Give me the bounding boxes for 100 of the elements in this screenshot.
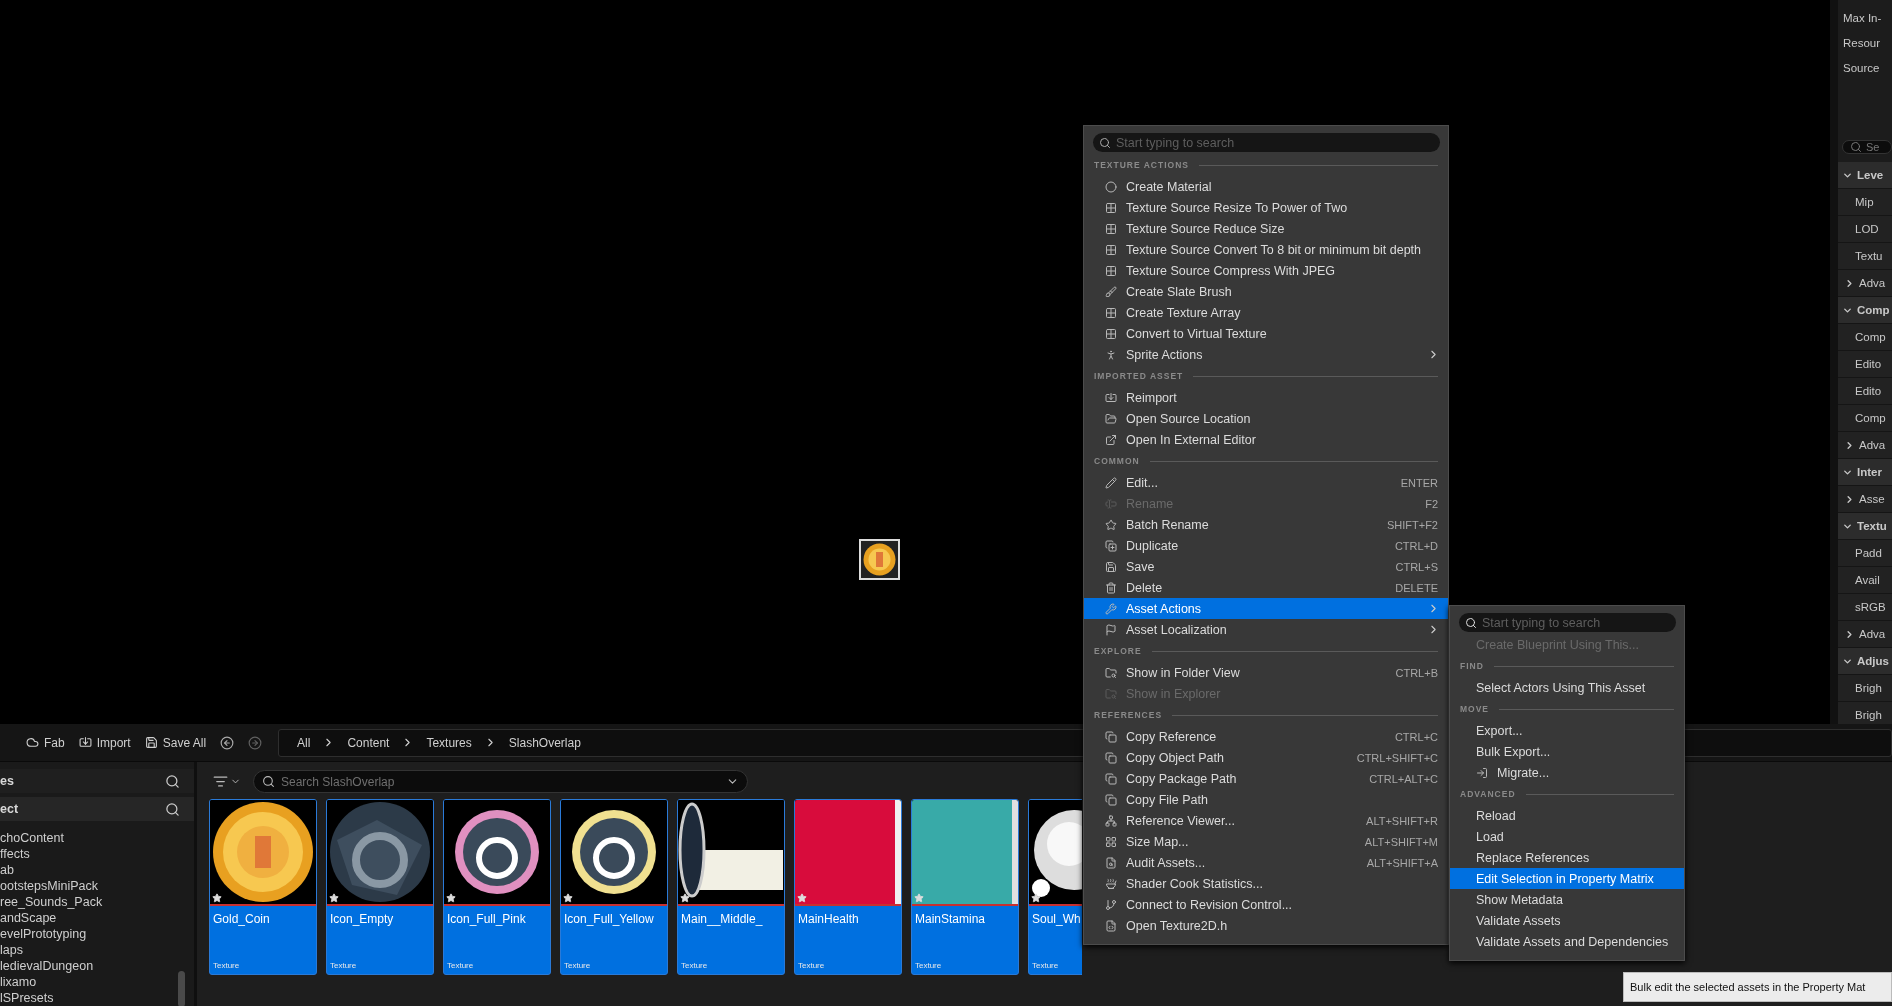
menu-item[interactable]: Edit Selection in Property Matrix xyxy=(1450,868,1684,889)
menu-item[interactable]: Validate Assets and Dependencies xyxy=(1450,931,1684,952)
menu-item[interactable]: Create Material xyxy=(1084,176,1448,197)
flag-icon xyxy=(1105,623,1117,636)
search-icon[interactable] xyxy=(165,801,180,817)
group-header[interactable]: Asse xyxy=(1838,486,1892,513)
category-header[interactable]: Inter xyxy=(1838,459,1892,486)
asset-type: Texture xyxy=(446,961,475,972)
category-header[interactable]: Adjus xyxy=(1838,648,1892,675)
group-header[interactable]: Adva xyxy=(1838,270,1892,297)
asset-tile[interactable]: Gold_Coin Texture xyxy=(209,799,317,975)
checker-icon xyxy=(1105,327,1117,340)
menu-item[interactable]: Duplicate CTRL+D xyxy=(1084,535,1448,556)
folder-item[interactable]: ffects xyxy=(0,847,194,863)
menu-item[interactable]: Migrate... xyxy=(1450,762,1684,783)
folder-item[interactable]: lSPresets xyxy=(0,991,194,1006)
property-label: Avail xyxy=(1855,574,1880,586)
search-icon[interactable] xyxy=(165,773,180,789)
asset-tile[interactable]: Icon_Empty Texture xyxy=(326,799,434,975)
menu-item[interactable]: Audit Assets... ALT+SHIFT+A xyxy=(1084,852,1448,873)
menu-item[interactable]: Shader Cook Statistics... xyxy=(1084,873,1448,894)
menu-item[interactable]: Show Metadata xyxy=(1450,889,1684,910)
menu-item[interactable]: Validate Assets xyxy=(1450,910,1684,931)
save-icon xyxy=(1105,560,1117,573)
property-label: Comp xyxy=(1855,331,1886,343)
breadcrumb-link[interactable]: Content xyxy=(347,735,390,750)
asset-type: Texture xyxy=(212,961,241,972)
header-title: ect xyxy=(0,802,19,816)
folder-search-icon xyxy=(1105,666,1117,679)
menu-item[interactable]: Copy Reference CTRL+C xyxy=(1084,726,1448,747)
menu-item[interactable]: Open Texture2D.h xyxy=(1084,915,1448,936)
group-header[interactable]: Adva xyxy=(1838,432,1892,459)
asset-tile[interactable]: MainHealth Texture xyxy=(794,799,902,975)
asset-tile[interactable]: Icon_Full_Yellow Texture xyxy=(560,799,668,975)
menu-item[interactable]: Texture Source Resize To Power of Two xyxy=(1084,197,1448,218)
folder-item[interactable]: ledievalDungeon xyxy=(0,959,194,975)
search-field[interactable]: Search SlashOverlap xyxy=(253,770,748,793)
checker-icon xyxy=(1105,222,1117,235)
menu-item[interactable]: Copy File Path xyxy=(1084,789,1448,810)
menu-item[interactable]: Delete DELETE xyxy=(1084,577,1448,598)
menu-item[interactable]: Open In External Editor xyxy=(1084,429,1448,450)
menu-item[interactable]: Batch Rename SHIFT+F2 xyxy=(1084,514,1448,535)
menu-item[interactable]: Reimport xyxy=(1084,387,1448,408)
menu-item[interactable]: Asset Actions xyxy=(1084,598,1448,619)
folder-item[interactable]: evelPrototyping xyxy=(0,927,194,943)
folder-item[interactable]: choContent xyxy=(0,831,194,847)
import-button[interactable]: Import xyxy=(78,733,131,752)
folder-item[interactable]: laps xyxy=(0,943,194,959)
menu-item[interactable]: Reload xyxy=(1450,805,1684,826)
scrollbar[interactable] xyxy=(178,971,185,1006)
asset-tile[interactable]: Main__Middle_ Texture xyxy=(677,799,785,975)
menu-item[interactable]: Copy Package Path CTRL+ALT+C xyxy=(1084,768,1448,789)
category-header[interactable]: Leve xyxy=(1838,162,1892,189)
property-label: Resour xyxy=(1843,36,1881,49)
menu-item[interactable]: Replace References xyxy=(1450,847,1684,868)
folder-item[interactable]: ootstepsMiniPack xyxy=(0,879,194,895)
asset-tile[interactable]: Soul_Wh Texture xyxy=(1028,799,1082,975)
migrate-icon xyxy=(1476,766,1488,779)
menu-item[interactable]: Create Texture Array xyxy=(1084,302,1448,323)
folder-item[interactable]: ab xyxy=(0,863,194,879)
folder-item[interactable]: andScape xyxy=(0,911,194,927)
breadcrumb-link[interactable]: Textures xyxy=(426,735,472,750)
menu-item[interactable]: Bulk Export... xyxy=(1450,741,1684,762)
rename-icon xyxy=(1105,497,1117,510)
breadcrumb-link[interactable]: SlashOverlap xyxy=(508,735,581,750)
category-header[interactable]: Textu xyxy=(1838,513,1892,540)
menu-item[interactable]: Texture Source Convert To 8 bit or minimum bit depth xyxy=(1084,239,1448,260)
asset-tile[interactable]: Icon_Full_Pink Texture xyxy=(443,799,551,975)
save-all-button[interactable]: Save All xyxy=(144,733,207,752)
breadcrumb-link[interactable]: All xyxy=(297,735,311,750)
back-icon[interactable] xyxy=(220,735,235,750)
property-label: Comp xyxy=(1855,412,1886,424)
forward-icon[interactable] xyxy=(248,735,263,750)
menu-item[interactable]: Export... xyxy=(1450,720,1684,741)
asset-tile[interactable]: MainStamina Texture xyxy=(911,799,1019,975)
menu-item[interactable]: Select Actors Using This Asset xyxy=(1450,677,1684,698)
menu-item[interactable]: Edit... ENTER xyxy=(1084,472,1448,493)
duplicate-icon xyxy=(1105,539,1117,552)
fab-button[interactable]: Fab xyxy=(26,733,65,752)
menu-item[interactable]: Size Map... ALT+SHIFT+M xyxy=(1084,831,1448,852)
menu-item[interactable]: Texture Source Compress With JPEG xyxy=(1084,260,1448,281)
menu-item[interactable]: Create Slate Brush xyxy=(1084,281,1448,302)
menu-item[interactable]: Load xyxy=(1450,826,1684,847)
folder-item[interactable]: ree_Sounds_Pack xyxy=(0,895,194,911)
menu-item[interactable]: Texture Source Reduce Size xyxy=(1084,218,1448,239)
folder-item[interactable]: lixamo xyxy=(0,975,194,991)
menu-item[interactable]: Connect to Revision Control... xyxy=(1084,894,1448,915)
menu-item[interactable]: Save CTRL+S xyxy=(1084,556,1448,577)
menu-item[interactable]: Open Source Location xyxy=(1084,408,1448,429)
category-header[interactable]: Comp xyxy=(1838,297,1892,324)
file-search-icon xyxy=(1105,856,1117,869)
menu-item[interactable]: Convert to Virtual Texture xyxy=(1084,323,1448,344)
menu-item[interactable]: Reference Viewer... ALT+SHIFT+R xyxy=(1084,810,1448,831)
menu-item[interactable]: Sprite Actions xyxy=(1084,344,1448,365)
menu-item[interactable]: Show in Folder View CTRL+B xyxy=(1084,662,1448,683)
menu-item[interactable]: Copy Object Path CTRL+SHIFT+C xyxy=(1084,747,1448,768)
group-header[interactable]: Adva xyxy=(1838,621,1892,648)
search-field[interactable]: Se xyxy=(1842,140,1892,154)
menu-item[interactable]: Asset Localization xyxy=(1084,619,1448,640)
brush-icon xyxy=(1105,285,1117,298)
